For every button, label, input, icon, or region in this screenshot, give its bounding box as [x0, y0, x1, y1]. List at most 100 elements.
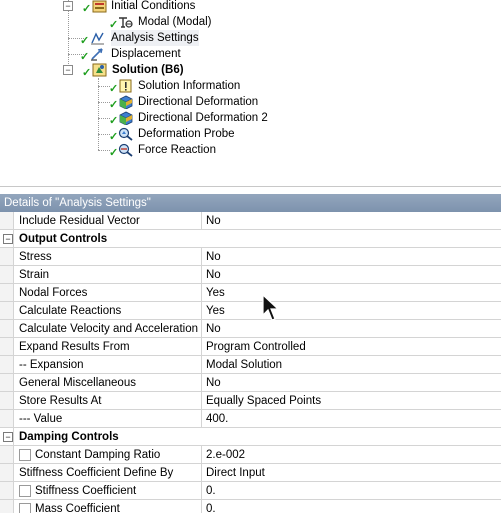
- collapse-icon[interactable]: −: [63, 1, 73, 11]
- force-reaction-icon: [118, 143, 133, 157]
- tree-item-initial-conditions[interactable]: − ✓ Initial Conditions: [0, 0, 300, 15]
- tree-item-directional-deformation-2[interactable]: ✓ Directional Deformation 2: [0, 110, 300, 127]
- property-value[interactable]: 2.e-002: [206, 446, 245, 464]
- row-gutter: [0, 338, 14, 355]
- solution-information-icon: [119, 79, 132, 93]
- tree-item-deformation-probe[interactable]: ✓ Deformation Probe: [0, 126, 300, 143]
- property-row[interactable]: Calculate Velocity and Acceleration No: [0, 320, 501, 338]
- column-divider: [201, 284, 202, 301]
- property-row[interactable]: Mass Coefficient 0.: [0, 500, 501, 513]
- row-gutter: [0, 464, 14, 481]
- property-name: Nodal Forces: [19, 287, 88, 299]
- property-value[interactable]: No: [206, 320, 221, 338]
- property-name: Calculate Reactions: [19, 305, 122, 317]
- tree-item-solution-information[interactable]: ✓ Solution Information: [0, 78, 300, 95]
- property-value[interactable]: No: [206, 248, 221, 266]
- section-header-damping-controls[interactable]: − Damping Controls: [0, 428, 501, 446]
- initial-conditions-icon: [92, 0, 107, 13]
- details-panel-title: Details of "Analysis Settings": [0, 194, 501, 212]
- column-divider: [201, 392, 202, 409]
- column-divider: [201, 482, 202, 499]
- property-row[interactable]: Stiffness Coefficient Define By Direct I…: [0, 464, 501, 482]
- column-divider: [201, 374, 202, 391]
- solution-icon: [92, 63, 107, 77]
- row-gutter: [0, 410, 14, 427]
- property-name: Stiffness Coefficient Define By: [19, 467, 174, 479]
- check-icon: ✓: [109, 131, 119, 143]
- property-name: -- Expansion: [19, 359, 84, 371]
- parameter-checkbox[interactable]: [19, 485, 31, 497]
- property-value[interactable]: Equally Spaced Points: [206, 392, 321, 410]
- property-row[interactable]: Include Residual Vector No: [0, 212, 501, 230]
- property-row[interactable]: Stiffness Coefficient 0.: [0, 482, 501, 500]
- property-name: Constant Damping Ratio: [35, 449, 161, 461]
- row-gutter: [0, 446, 14, 463]
- property-value[interactable]: No: [206, 212, 221, 230]
- column-divider: [201, 410, 202, 427]
- check-icon: ✓: [82, 67, 92, 79]
- row-gutter: [0, 392, 14, 409]
- property-value[interactable]: No: [206, 374, 221, 392]
- section-title: Output Controls: [19, 233, 108, 245]
- directional-deformation-icon: [119, 95, 133, 109]
- tree-item-force-reaction[interactable]: ✓ Force Reaction: [0, 142, 300, 159]
- row-gutter: [0, 320, 14, 337]
- row-gutter: [0, 500, 14, 513]
- parameter-checkbox[interactable]: [19, 503, 31, 513]
- tree-item-label: Modal (Modal): [138, 16, 212, 28]
- tree-item-label: Directional Deformation: [138, 96, 259, 108]
- tree-item-label: Deformation Probe: [138, 128, 235, 140]
- tree-item-analysis-settings[interactable]: ✓ Analysis Settings: [0, 30, 300, 47]
- collapse-icon[interactable]: −: [63, 65, 73, 75]
- collapse-icon[interactable]: −: [3, 432, 13, 442]
- tree-item-directional-deformation[interactable]: ✓ Directional Deformation: [0, 94, 300, 111]
- property-value[interactable]: Yes: [206, 302, 225, 320]
- property-value[interactable]: Modal Solution: [206, 356, 282, 374]
- property-value[interactable]: Program Controlled: [206, 338, 306, 356]
- check-icon: ✓: [109, 83, 119, 95]
- deformation-probe-icon: [118, 127, 133, 141]
- property-row[interactable]: Constant Damping Ratio 2.e-002: [0, 446, 501, 464]
- property-value[interactable]: 0.: [206, 500, 216, 513]
- column-divider: [201, 464, 202, 481]
- property-row[interactable]: Nodal Forces Yes: [0, 284, 501, 302]
- property-value[interactable]: No: [206, 266, 221, 284]
- property-name: Expand Results From: [19, 341, 130, 353]
- property-row[interactable]: General Miscellaneous No: [0, 374, 501, 392]
- property-row[interactable]: Calculate Reactions Yes: [0, 302, 501, 320]
- property-value[interactable]: Yes: [206, 284, 225, 302]
- property-name: Include Residual Vector: [19, 215, 140, 227]
- property-row[interactable]: Strain No: [0, 266, 501, 284]
- tree-item-displacement[interactable]: ✓ Displacement: [0, 46, 300, 63]
- column-divider: [201, 212, 202, 229]
- check-icon: ✓: [109, 147, 119, 159]
- property-row[interactable]: --- Value 400.: [0, 410, 501, 428]
- property-row[interactable]: Stress No: [0, 248, 501, 266]
- column-divider: [201, 266, 202, 283]
- property-value[interactable]: 400.: [206, 410, 228, 428]
- check-icon: ✓: [109, 19, 119, 31]
- column-divider: [201, 446, 202, 463]
- property-row[interactable]: -- Expansion Modal Solution: [0, 356, 501, 374]
- tree-item-label: Solution Information: [138, 80, 241, 92]
- parameter-checkbox[interactable]: [19, 449, 31, 461]
- mouse-pointer-icon: [262, 294, 280, 321]
- property-name: --- Value: [19, 413, 63, 425]
- tree-item-modal[interactable]: ✓ Modal (Modal): [0, 14, 300, 31]
- modal-link-icon: [119, 17, 133, 28]
- section-header-output-controls[interactable]: − Output Controls: [0, 230, 501, 248]
- property-row[interactable]: Store Results At Equally Spaced Points: [0, 392, 501, 410]
- panel-divider: [0, 186, 501, 187]
- check-icon: ✓: [109, 99, 119, 111]
- property-name: Calculate Velocity and Acceleration: [19, 323, 198, 335]
- property-name: Mass Coefficient: [35, 503, 120, 513]
- collapse-icon[interactable]: −: [3, 234, 13, 244]
- column-divider: [201, 500, 202, 513]
- property-value[interactable]: Direct Input: [206, 464, 265, 482]
- details-grid: Include Residual Vector No − Output Cont…: [0, 212, 501, 513]
- property-row[interactable]: Expand Results From Program Controlled: [0, 338, 501, 356]
- tree-item-label: Solution (B6): [112, 64, 184, 76]
- tree-item-solution[interactable]: − ✓ Solution (B6): [0, 62, 300, 79]
- property-value[interactable]: 0.: [206, 482, 216, 500]
- row-gutter: [0, 266, 14, 283]
